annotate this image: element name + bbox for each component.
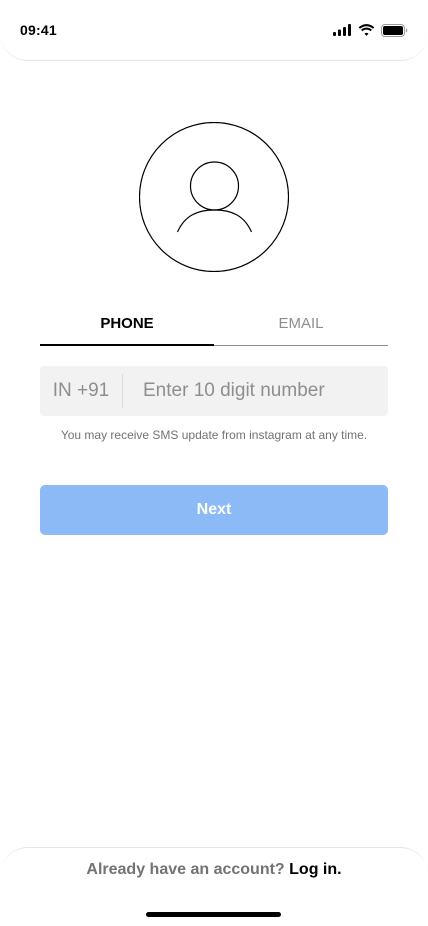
footer: Already have an account? Log in.: [0, 847, 428, 926]
tab-phone[interactable]: PHONE: [40, 302, 214, 346]
cellular-signal-icon: [333, 24, 351, 36]
login-link[interactable]: Log in.: [289, 861, 341, 878]
user-avatar-icon: [139, 122, 289, 272]
home-indicator[interactable]: [146, 912, 281, 917]
tab-email[interactable]: EMAIL: [214, 302, 388, 345]
phone-number-input[interactable]: [123, 366, 388, 416]
phone-field: IN +91: [40, 366, 388, 416]
battery-icon: [381, 23, 408, 37]
signup-method-tabs: PHONE EMAIL: [40, 302, 388, 346]
wifi-icon: [358, 24, 375, 36]
status-icons: [333, 22, 408, 38]
status-time: 09:41: [20, 22, 57, 38]
next-button[interactable]: Next: [40, 485, 388, 535]
status-bar: 09:41: [0, 0, 428, 61]
signup-screen: 09:41 PHONE EMAIL IN +91 Enter 10 digit …: [0, 0, 428, 926]
country-code-selector[interactable]: IN +91: [40, 374, 123, 408]
login-prompt-text: Already have an account?: [86, 861, 285, 878]
sms-helper-text: You may receive SMS update from instagra…: [60, 428, 368, 442]
login-prompt: Already have an account? Log in.: [0, 861, 428, 879]
